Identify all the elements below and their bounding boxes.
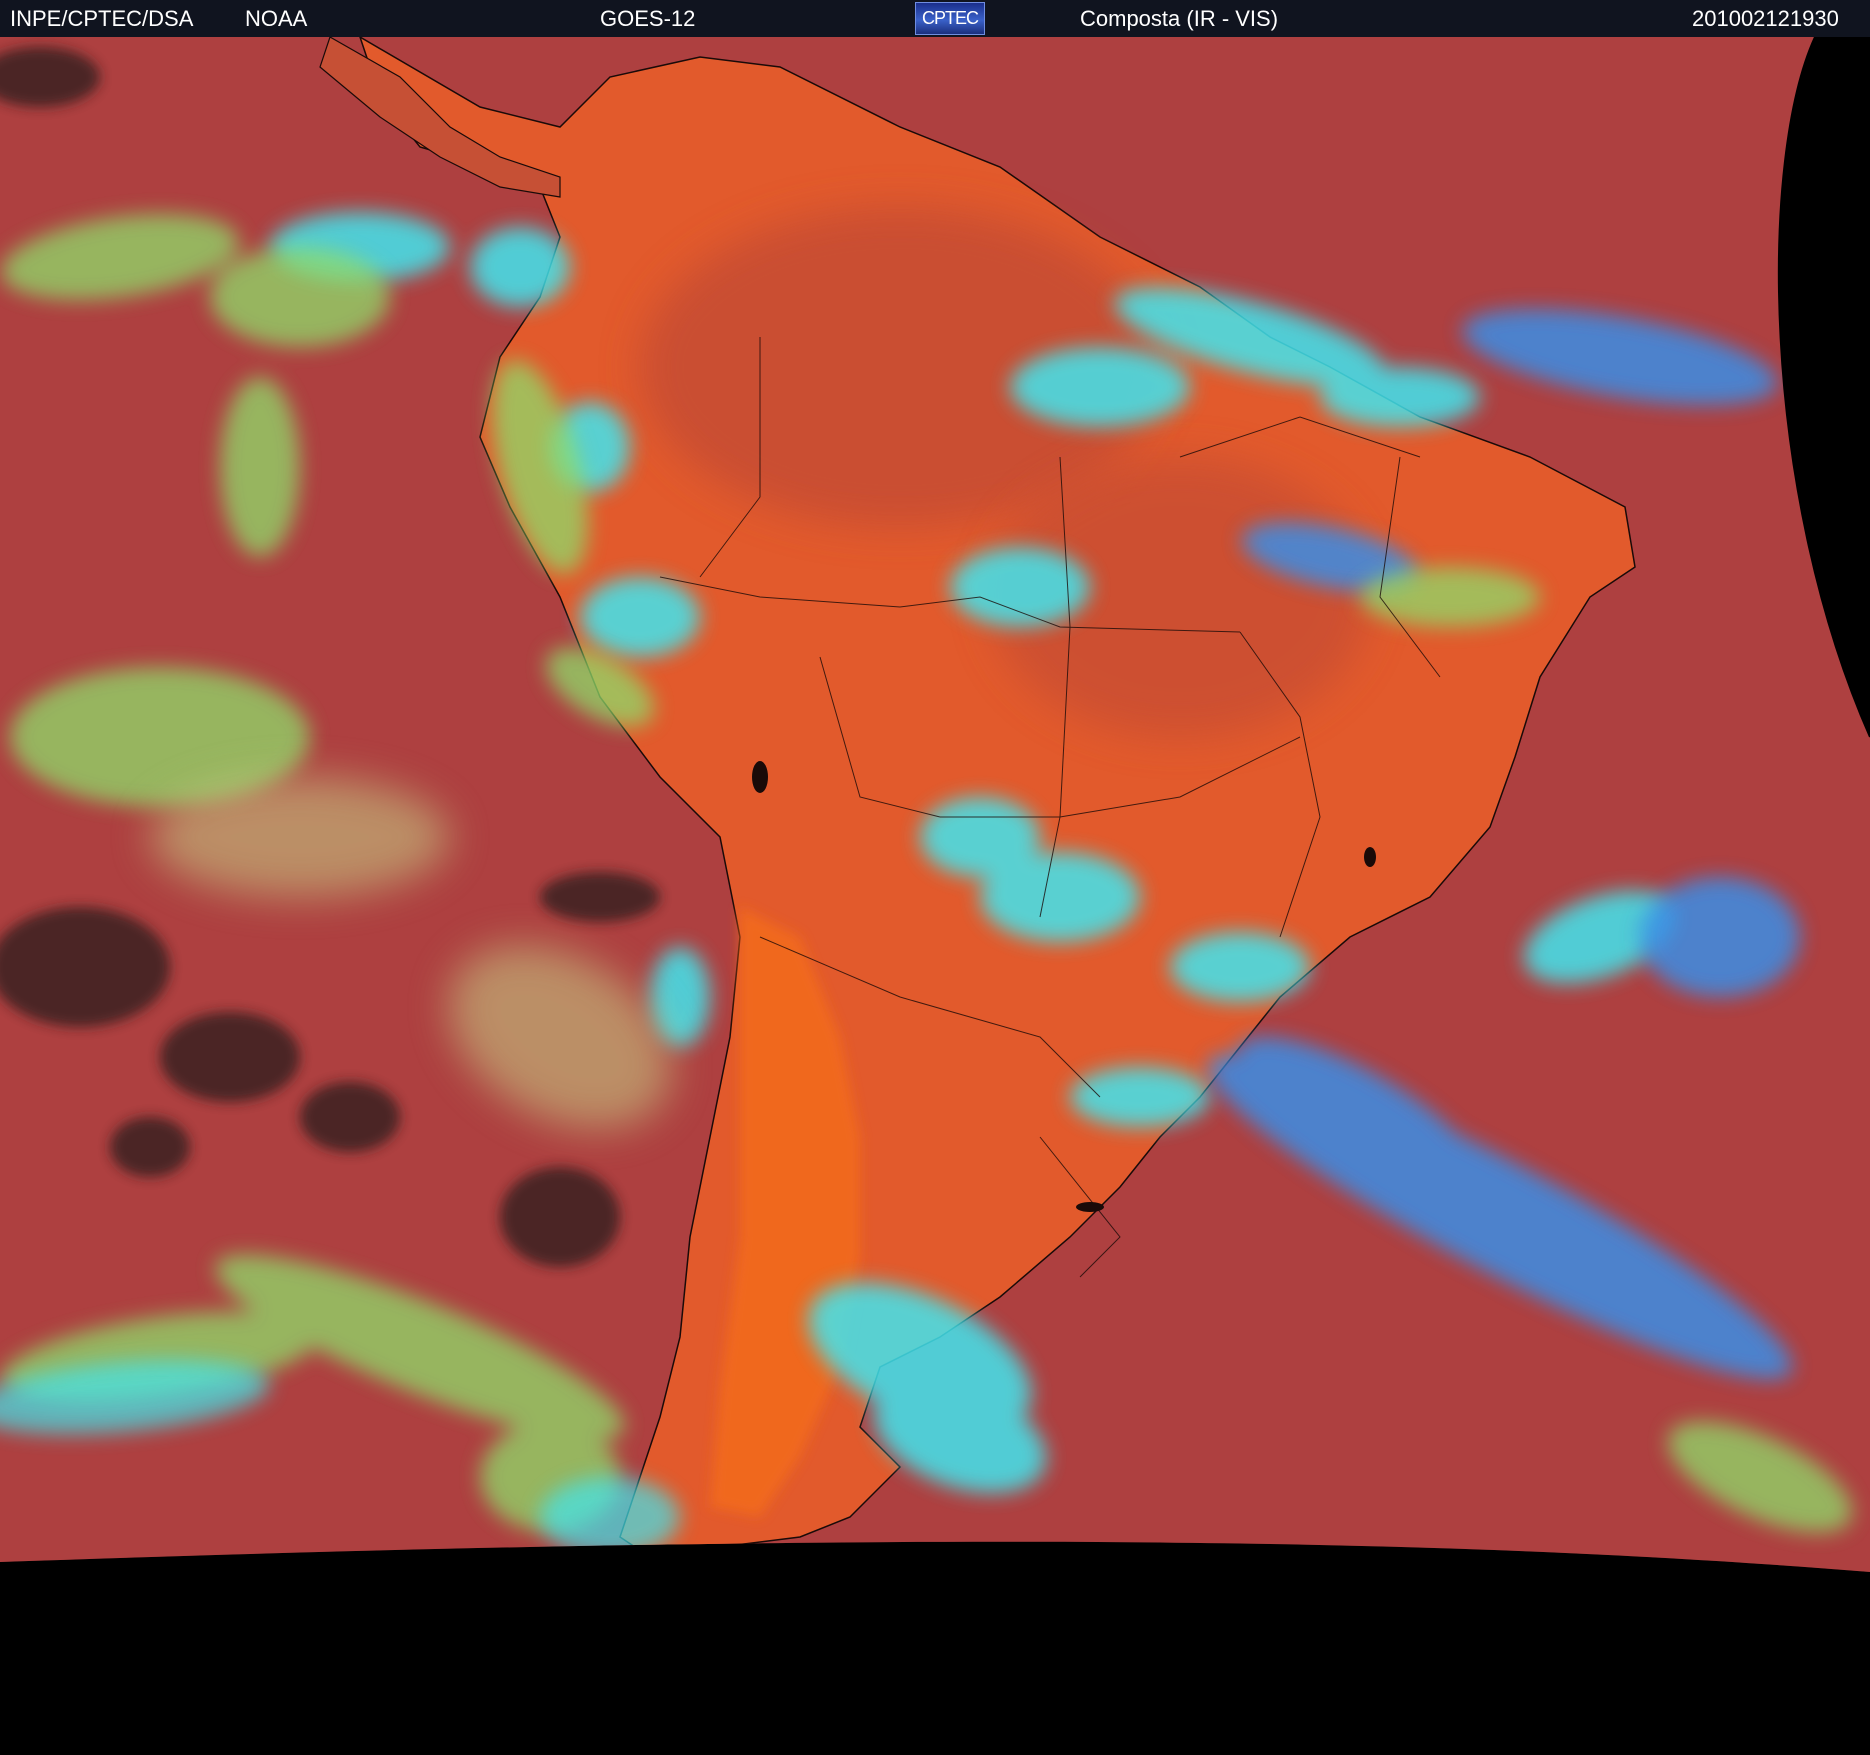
- source-label: NOAA: [245, 6, 308, 31]
- cptec-logo: CPTEC: [915, 2, 985, 35]
- product-label: Composta (IR - VIS): [1080, 6, 1279, 31]
- earth-disk: [0, 37, 1870, 1572]
- satellite-composite-map: [0, 36, 1870, 1750]
- timestamp-label: 201002121930: [1692, 6, 1839, 31]
- agency-label: INPE/CPTEC/DSA: [10, 6, 194, 31]
- satellite-label: GOES-12: [600, 6, 696, 31]
- image-header-bar: INPE/CPTEC/DSA NOAA GOES-12 CPTEC Compos…: [0, 0, 1870, 37]
- satellite-image: [0, 36, 1870, 1755]
